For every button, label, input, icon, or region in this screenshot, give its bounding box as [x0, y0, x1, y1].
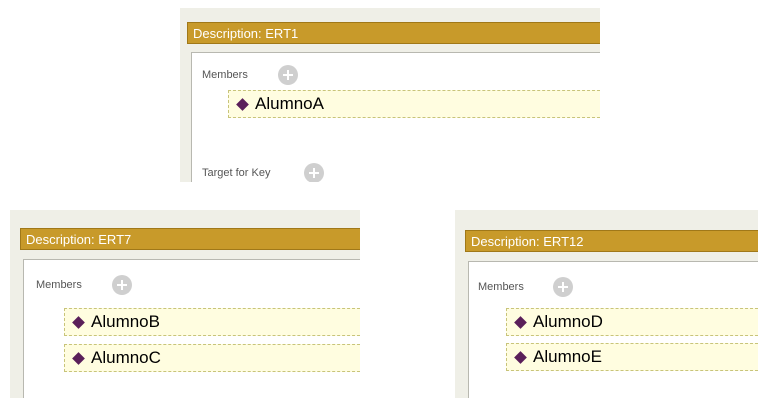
members-label: Members — [478, 281, 524, 293]
target-for-key-label: Target for Key — [202, 167, 271, 179]
member-item-alumnoe[interactable]: AlumnoE — [506, 343, 758, 371]
add-members-icon[interactable] — [112, 275, 132, 295]
description-panel-ert7: Description: ERT7 Members AlumnoB Alumno… — [10, 210, 360, 398]
members-label: Members — [202, 69, 248, 81]
member-label: AlumnoE — [533, 347, 602, 366]
member-label: AlumnoB — [91, 312, 160, 331]
member-item-alumnoa[interactable]: AlumnoA — [228, 90, 600, 118]
panel-header: Description: ERT7 — [20, 228, 360, 250]
add-target-for-key-icon[interactable] — [304, 163, 324, 182]
member-item-alumnoc[interactable]: AlumnoC — [64, 344, 360, 372]
panel-body: Members AlumnoB AlumnoC — [23, 259, 360, 398]
panel-body: Members AlumnoD AlumnoE — [468, 261, 758, 398]
member-label: AlumnoA — [255, 94, 324, 113]
description-panel-ert1: Description: ERT1 Members AlumnoA Target… — [180, 8, 600, 182]
panel-header: Description: ERT1 — [187, 22, 600, 44]
description-panel-ert12: Description: ERT12 Members AlumnoD Alumn… — [455, 210, 758, 398]
panel-header: Description: ERT12 — [465, 230, 758, 252]
diamond-icon — [514, 315, 527, 329]
diamond-icon — [236, 97, 249, 111]
diamond-icon — [514, 350, 527, 364]
member-item-alumnod[interactable]: AlumnoD — [506, 308, 758, 336]
diamond-icon — [72, 351, 85, 365]
add-members-icon[interactable] — [278, 65, 298, 85]
diamond-icon — [72, 315, 85, 329]
member-label: AlumnoD — [533, 312, 603, 331]
add-members-icon[interactable] — [553, 277, 573, 297]
members-label: Members — [36, 279, 82, 291]
member-item-alumnob[interactable]: AlumnoB — [64, 308, 360, 336]
panel-body: Members AlumnoA Target for Key — [191, 52, 600, 182]
member-label: AlumnoC — [91, 348, 161, 367]
